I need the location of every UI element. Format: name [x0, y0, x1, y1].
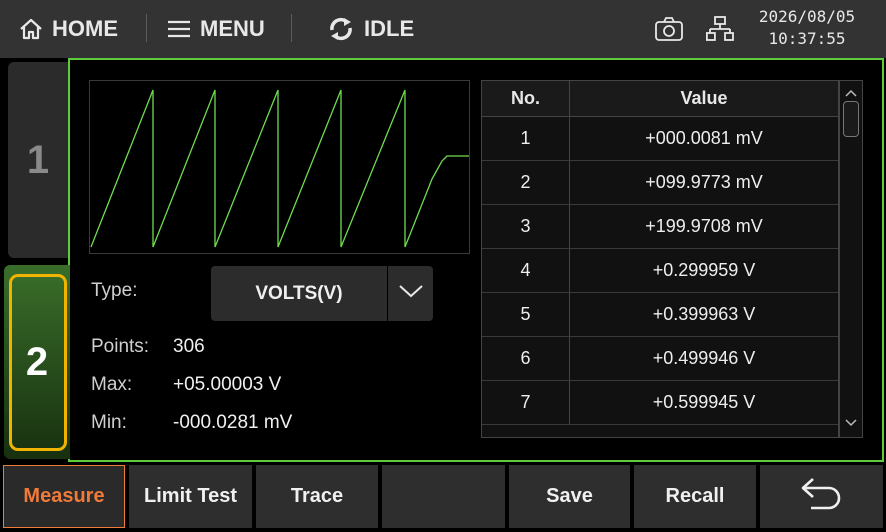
clock: 2026/08/05 10:37:55	[742, 6, 872, 50]
table-scrollbar[interactable]	[839, 80, 863, 438]
trace-table[interactable]: No. Value 1 +000.0081 mV 2 +099.9773 mV 3 +19…	[481, 80, 839, 438]
camera-icon	[654, 16, 684, 42]
trace-graph	[89, 80, 470, 254]
focus-highlight	[9, 274, 67, 451]
top-bar: HOME MENU IDLE 2026/08/05 10:37:55	[0, 0, 886, 58]
back-button[interactable]	[760, 465, 883, 528]
refresh-icon	[326, 16, 356, 42]
divider	[146, 14, 147, 42]
menu-icon	[166, 18, 192, 40]
cell-no: 4	[482, 249, 570, 292]
min-label: Min:	[91, 412, 127, 433]
measure-button[interactable]: Measure	[3, 465, 125, 528]
cell-value: +0.599945 V	[652, 392, 756, 412]
divider	[291, 14, 292, 42]
type-dropdown-toggle[interactable]	[387, 266, 433, 321]
type-label: Type:	[91, 280, 138, 301]
type-dropdown[interactable]: VOLTS(V)	[211, 266, 433, 321]
clock-date: 2026/08/05	[758, 7, 856, 26]
column-header-value: Value	[680, 88, 728, 108]
scrollbar-thumb[interactable]	[843, 101, 859, 137]
network-icon	[706, 15, 734, 43]
cell-no: 6	[482, 337, 570, 380]
back-arrow-icon	[797, 473, 847, 521]
table-row[interactable]: 7 +0.599945 V	[482, 381, 838, 425]
limit-test-button[interactable]: Limit Test	[129, 465, 252, 528]
table-row[interactable]: 4 +0.299959 V	[482, 249, 838, 293]
chevron-down-icon[interactable]	[844, 415, 858, 433]
chevron-down-icon	[397, 283, 425, 304]
menu-button[interactable]: MENU	[166, 0, 265, 58]
table-row[interactable]: 5 +0.399963 V	[482, 293, 838, 337]
cell-value: +0.399963 V	[652, 304, 756, 324]
home-button[interactable]: HOME	[18, 0, 118, 58]
table-row[interactable]: 3 +199.9708 mV	[482, 205, 838, 249]
type-value: VOLTS(V)	[255, 282, 343, 304]
menu-label: MENU	[200, 16, 265, 41]
tab-label: 1	[26, 137, 50, 182]
bottom-toolbar: Measure Limit Test Trace Save Recall	[0, 462, 886, 532]
trace-waveform	[90, 89, 469, 248]
recall-button[interactable]: Recall	[634, 465, 756, 528]
table-row[interactable]: 1 +000.0081 mV	[482, 117, 838, 161]
status-label: IDLE	[364, 16, 415, 41]
min-value: -000.0281 mV	[173, 412, 293, 433]
table-row[interactable]: 6 +0.499946 V	[482, 337, 838, 381]
cell-no: 3	[482, 205, 570, 248]
table-body: 1 +000.0081 mV 2 +099.9773 mV 3 +199.9708 mV 4…	[482, 117, 838, 425]
cell-no: 2	[482, 161, 570, 204]
channel-tab-1[interactable]: 1	[8, 62, 68, 258]
cell-no: 7	[482, 381, 570, 424]
home-label: HOME	[52, 16, 118, 41]
cell-no: 1	[482, 117, 570, 160]
save-button[interactable]: Save	[509, 465, 630, 528]
table-row[interactable]: 2 +099.9773 mV	[482, 161, 838, 205]
cell-value: +0.299959 V	[652, 260, 756, 280]
home-icon	[18, 17, 44, 41]
cell-value: +000.0081 mV	[645, 128, 763, 148]
network-status	[706, 0, 734, 58]
status-indicator: IDLE	[326, 0, 414, 58]
cell-value: +0.499946 V	[652, 348, 756, 368]
max-label: Max:	[91, 374, 133, 395]
max-value: +05.00003 V	[173, 374, 282, 395]
cell-no: 5	[482, 293, 570, 336]
table-header: No. Value	[482, 81, 838, 117]
points-label: Points:	[91, 336, 150, 357]
clock-time: 10:37:55	[768, 29, 846, 48]
cell-value: +099.9773 mV	[645, 172, 763, 192]
empty-softkey[interactable]	[382, 465, 505, 528]
trace-button[interactable]: Trace	[256, 465, 378, 528]
screenshot-button[interactable]	[654, 0, 684, 58]
column-header-no: No.	[482, 81, 570, 116]
cell-value: +199.9708 mV	[645, 216, 763, 236]
points-value: 306	[173, 336, 205, 357]
